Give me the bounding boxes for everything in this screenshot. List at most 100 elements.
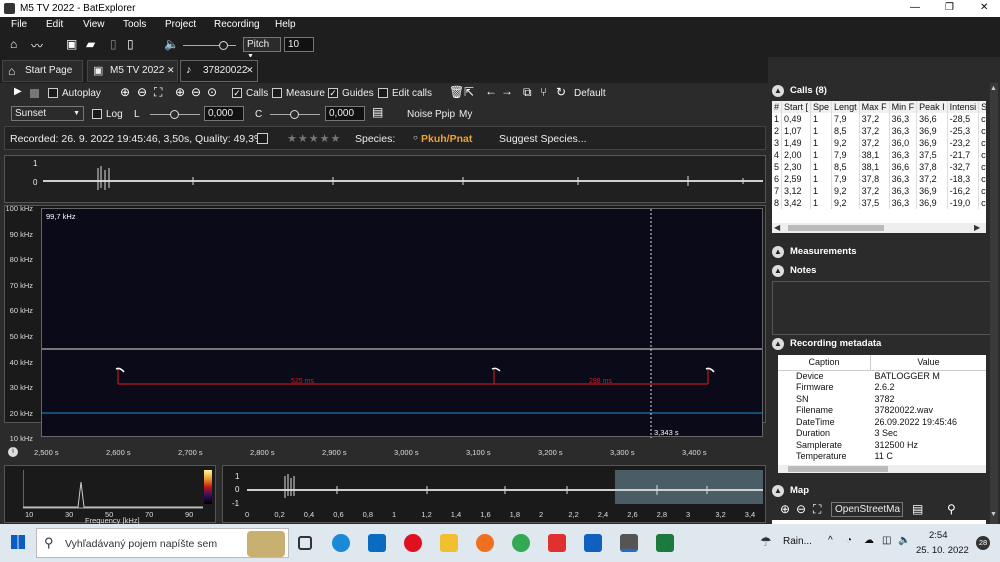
calls-column-header[interactable]: Min F: [889, 101, 918, 113]
overview-waveform[interactable]: 1 0 -1 0 0,2 0,4 0,6 0,8 1 1,2 1,4 1,6 1,8 2 2,2 2,4…: [222, 465, 766, 523]
cloud-icon[interactable]: ☁: [864, 535, 874, 546]
suggest-species-button[interactable]: Suggest Species...: [499, 133, 587, 145]
collapse-icon[interactable]: ▲: [772, 338, 784, 350]
fit-icon[interactable]: ⛶: [154, 85, 162, 100]
rating-stars[interactable]: ★★★★★: [287, 132, 341, 145]
task-view-icon[interactable]: [298, 536, 312, 550]
calls-column-header[interactable]: Intensi: [947, 101, 980, 113]
folder-icon[interactable]: ▰: [86, 37, 95, 51]
l-slider[interactable]: [150, 110, 200, 119]
info-icon[interactable]: i: [8, 447, 18, 457]
file-explorer-icon[interactable]: [440, 534, 458, 552]
zoom-in-icon[interactable]: ⊕: [780, 502, 790, 516]
table-row[interactable]: 52,3018,538,136,637,8-32,7cf-e: [772, 161, 986, 173]
maximize-button[interactable]: ❐: [945, 2, 954, 13]
minimize-button[interactable]: —: [910, 2, 920, 13]
my-button[interactable]: My: [459, 109, 472, 120]
home-icon[interactable]: ⌂: [10, 37, 17, 51]
volume-slider[interactable]: [183, 41, 236, 50]
refresh-icon[interactable]: ↻: [556, 85, 566, 99]
calls-column-header[interactable]: Sha: [978, 101, 986, 113]
table-row[interactable]: 83,4219,237,536,336,9-19,0cf-e: [772, 197, 986, 209]
delete-icon[interactable]: 🗑: [449, 85, 464, 99]
ppip-button[interactable]: Ppip: [435, 109, 455, 120]
c-slider-thumb[interactable]: [290, 110, 299, 119]
anydesk-icon[interactable]: [548, 534, 566, 552]
close-button[interactable]: ✕: [980, 2, 988, 13]
spectrogram-plot[interactable]: 99,7 kHz 525 ms 298 ms 3,343 s: [41, 208, 763, 438]
fit-icon[interactable]: ⛶: [813, 502, 821, 517]
menu-help[interactable]: Help: [275, 19, 296, 30]
oscillogram[interactable]: 1 0: [4, 155, 766, 203]
collapse-icon[interactable]: ▲: [772, 485, 784, 497]
map-provider-dropdown[interactable]: OpenStreetMa: [831, 502, 903, 517]
autoplay-checkbox[interactable]: [48, 88, 58, 98]
table-row[interactable]: 31,4919,237,236,036,9-23,2cf-e: [772, 137, 986, 149]
collapse-icon[interactable]: ▲: [772, 85, 784, 97]
measurements-section-header[interactable]: ▲ Measurements: [772, 246, 996, 261]
document-icon[interactable]: ▯: [110, 37, 117, 51]
play-icon[interactable]: ▶: [14, 86, 22, 97]
tray-status-icon[interactable]: ◔: [846, 535, 852, 546]
table-row[interactable]: 42,0017,938,136,337,5-21,7cf-e: [772, 149, 986, 161]
scroll-down-icon[interactable]: ▼: [990, 511, 997, 518]
noise-button[interactable]: Noise: [407, 109, 433, 120]
network-icon[interactable]: ◫: [882, 535, 891, 546]
save-doc-icon[interactable]: ▤: [372, 105, 383, 119]
taskbar-search[interactable]: ⚲ Vyhľadávaný pojem napíšte sem: [36, 528, 289, 558]
metadata-row[interactable]: Temperature 11 C: [778, 451, 986, 463]
menu-tools[interactable]: Tools: [123, 19, 146, 30]
default-label[interactable]: Default: [574, 88, 606, 99]
metadata-row[interactable]: DateTime 26.09.2022 19:45:46: [778, 416, 986, 428]
menu-recording[interactable]: Recording: [214, 19, 260, 30]
weather-text[interactable]: Rain...: [783, 536, 812, 547]
location-pin-icon[interactable]: ⚲: [947, 502, 956, 516]
mini-spectrum[interactable]: 10 30 50 70 90 Frequency [kHz]: [4, 465, 216, 525]
zoom-out-y-icon[interactable]: ⊖: [191, 85, 201, 99]
zoom-in-icon[interactable]: ⊕: [120, 85, 130, 99]
scroll-up-icon[interactable]: ▲: [990, 85, 997, 92]
clock-date[interactable]: 25. 10. 2022: [916, 545, 969, 556]
edge-icon[interactable]: [332, 534, 350, 552]
l-input[interactable]: 0,000: [204, 106, 244, 121]
menu-view[interactable]: View: [83, 19, 105, 30]
metadata-row[interactable]: Firmware 2.6.2: [778, 382, 986, 394]
tab-start-page[interactable]: ⌂ Start Page: [2, 60, 83, 82]
zoom-in-y-icon[interactable]: ⊕: [175, 85, 185, 99]
edit-calls-checkbox[interactable]: [378, 88, 388, 98]
calls-column-header[interactable]: Spe: [810, 101, 833, 113]
firefox-icon[interactable]: [476, 534, 494, 552]
map-section-header[interactable]: ▲ Map: [772, 485, 996, 500]
media-player-icon[interactable]: [584, 534, 602, 552]
mail-icon[interactable]: [368, 534, 386, 552]
scroll-left-icon[interactable]: ◀: [774, 223, 780, 232]
calls-column-header[interactable]: Max F: [859, 101, 890, 113]
chrome-icon[interactable]: [512, 534, 530, 552]
guides-checkbox[interactable]: ✓: [328, 88, 338, 98]
arrow-left-icon[interactable]: ←: [485, 84, 497, 98]
batexplorer-icon[interactable]: [620, 534, 638, 552]
export-icon[interactable]: ▯: [127, 37, 134, 51]
volume-icon[interactable]: 🔈: [164, 37, 179, 51]
metadata-row[interactable]: Filename 37820022.wav: [778, 405, 986, 417]
calls-column-header[interactable]: Lengt: [831, 101, 860, 113]
metadata-row[interactable]: Device BATLOGGER M: [778, 370, 986, 382]
c-slider[interactable]: [270, 110, 320, 119]
copy-icon[interactable]: ⧉: [523, 85, 532, 100]
speaker-icon[interactable]: 🔈: [898, 535, 910, 546]
metadata-section-header[interactable]: ▲ Recording metadata: [772, 338, 996, 353]
zoom-out-icon[interactable]: ⊖: [796, 502, 806, 516]
calls-column-header[interactable]: #: [772, 101, 782, 113]
calls-column-header[interactable]: Start [: [781, 101, 812, 113]
table-row[interactable]: 10,4917,937,236,336,6-28,5cf-e: [772, 113, 986, 125]
tab-project[interactable]: ▣ M5 TV 2022 ✕: [87, 60, 178, 82]
windows-start-icon[interactable]: [11, 535, 25, 549]
notification-badge[interactable]: 28: [976, 536, 990, 550]
close-icon[interactable]: ✕: [167, 65, 175, 76]
notes-textarea[interactable]: [772, 281, 996, 335]
calls-table-scrollbar[interactable]: ◀ ▶: [772, 223, 986, 233]
metadata-row[interactable]: Samplerate 312500 Hz: [778, 439, 986, 451]
panel-scrollbar[interactable]: ▲ ▼: [990, 83, 998, 524]
activity-icon[interactable]: 〰: [31, 37, 43, 54]
menu-edit[interactable]: Edit: [46, 19, 63, 30]
